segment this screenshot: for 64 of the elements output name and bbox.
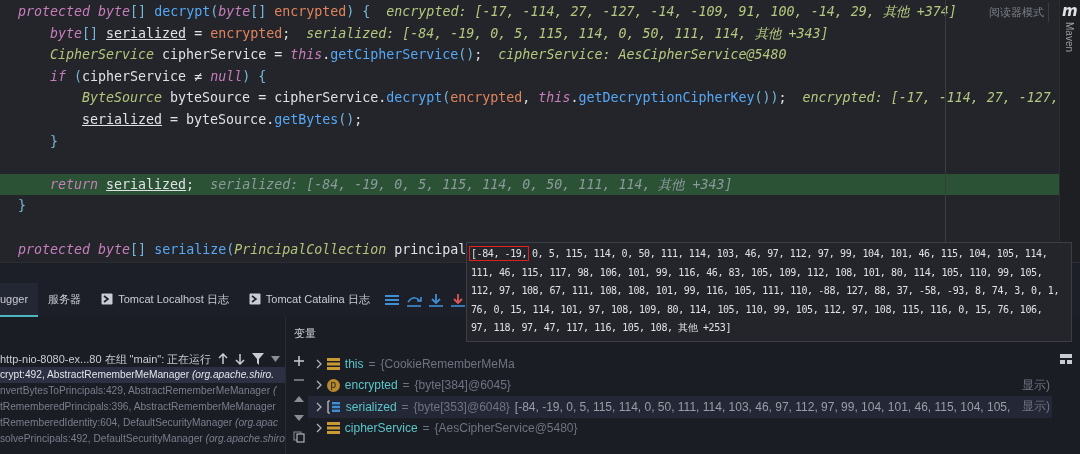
tooltip-value-line: [-84, -19, 0, 5, 115, 114, 0, 50, 111, 114, 103, 46, 97, 112, 97, 99, 104, 101, 46, 115, 104, 105, 114, bbox=[471, 247, 1049, 261]
inline-value-hint: cipherService: AesCipherService@5480 bbox=[498, 46, 787, 65]
variable-value: {AesCipherService@5480} bbox=[434, 421, 578, 436]
tooltip-value-line: 111, 46, 115, 117, 98, 106, 101, 99, 116, 46, 83, 105, 109, 112, 108, 101, 80, 114, 105, 110, 99, 105, bbox=[471, 265, 1044, 280]
tool-tab[interactable]: Tomcat Localhost 日志 bbox=[91, 283, 239, 317]
variable-value: {byte[353]@6048} bbox=[413, 399, 510, 414]
code-line: protected byte[] serialize(PrincipalCollection principal bbox=[18, 240, 467, 259]
code-line: if (cipherService ≠ null) { bbox=[50, 67, 267, 86]
down-arrow-icon[interactable] bbox=[235, 353, 246, 365]
dropdown-caret-icon[interactable] bbox=[271, 356, 281, 362]
list-icon[interactable] bbox=[383, 292, 400, 308]
stack-frame[interactable]: nvertBytesToPrincipals:429, AbstractRememberMeManager ( bbox=[0, 383, 285, 399]
step-into-icon[interactable] bbox=[427, 292, 444, 308]
stack-frame[interactable]: tRememberedPrincipals:396, AbstractRememberMeManager bbox=[0, 399, 285, 415]
tool-tab[interactable]: ugger bbox=[0, 283, 39, 317]
parameter-icon: p bbox=[326, 378, 340, 392]
reader-mode-link[interactable]: 阅读器模式 bbox=[984, 3, 1049, 22]
variable-name: cipherService bbox=[344, 421, 418, 436]
variable-value: {CookieRememberMeMa bbox=[380, 356, 515, 371]
code-line: byte[] serialized = encrypted; bbox=[50, 24, 291, 43]
field-list-icon bbox=[326, 357, 340, 370]
tooltip-value-line: 112, 97, 108, 67, 111, 108, 108, 101, 99, 116, 105, 111, 110, -88, 127, 88, 37, -58, -93, 8, 74, 3, 0, 1, bbox=[471, 284, 1061, 298]
variable-value: {byte[384]@6045} bbox=[414, 378, 511, 393]
force-step-into-icon[interactable] bbox=[449, 292, 466, 308]
code-line: ByteSource byteSource = cipherService.decrypt(encrypted, this.getDecryptionCipherKey()); bbox=[82, 89, 787, 108]
variable-name: encrypted bbox=[344, 378, 398, 393]
stack-frame[interactable]: tRememberedIdentity:604, DefaultSecurityManager (org.apac bbox=[0, 415, 285, 431]
show-link[interactable]: 显示) bbox=[1022, 376, 1052, 394]
code-line: protected byte[] decrypt(byte[] encrypted) { bbox=[18, 3, 371, 21]
code-line: } bbox=[18, 197, 26, 216]
code-line: serialized = byteSource.getBytes(); bbox=[82, 110, 363, 129]
equals-sign: = bbox=[402, 378, 410, 393]
stack-frame[interactable]: crypt:492, AbstractRememberMeManager (org.apache.shiro. bbox=[0, 367, 285, 383]
layout-icon[interactable] bbox=[1060, 353, 1072, 365]
tooltip-value-line: 97, 118, 97, 47, 117, 116, 105, 108, 其他 +253] bbox=[471, 321, 732, 335]
field-list-icon bbox=[326, 422, 340, 435]
equals-sign: = bbox=[422, 421, 430, 436]
inline-value-hint: encrypted: [-17, -114, 27, -127, bbox=[802, 89, 1059, 108]
tool-window-label[interactable]: Maven bbox=[1064, 22, 1076, 52]
array-icon bbox=[326, 399, 341, 414]
value-preview: [-84, -19, 0, 5, 115, 114, 0, 50, 111, 114, 103, 46, 97, 112, 97, 99, 104, 101, 46, 115, 104, 105, bbox=[514, 399, 1011, 414]
console-icon bbox=[101, 293, 114, 305]
code-line: } bbox=[50, 132, 58, 151]
variables-title: 变量 bbox=[293, 326, 316, 341]
equals-sign: = bbox=[368, 356, 376, 371]
inline-value-hint: serialized: [-84, -19, 0, 5, 115, 114, 0, 50, 111, 114, 其他 +343] bbox=[210, 175, 733, 194]
copy-icon[interactable] bbox=[292, 431, 305, 443]
tooltip-value-line: 76, 0, 15, 114, 101, 97, 108, 109, 80, 114, 105, 110, 99, 105, 112, 97, 108, 115, 116, 0, 15, 76, 106, bbox=[471, 302, 1044, 317]
tool-tab[interactable]: 服务器 bbox=[38, 283, 92, 317]
add-icon[interactable] bbox=[292, 355, 305, 367]
selected-variable-row[interactable]: serialized = {byte[353]@6048} [-84, -19, 0, 5, 115, 114, 0, 50, 111, 114, 103, 46, 97, 112, 97, 99, 104, 101, 46, 115, 104, 105, 显示) bbox=[307, 396, 1052, 418]
inline-value-hint: serialized: [-84, -19, 0, 5, 115, 114, 0, 50, 111, 114, 其他 +343] bbox=[306, 24, 829, 43]
console-icon bbox=[248, 293, 261, 305]
stack-frame[interactable]: solvePrincipals:492, DefaultSecurityManager (org.apache.shiro bbox=[0, 431, 285, 447]
tool-tab[interactable]: Tomcat Catalina 日志 bbox=[238, 283, 380, 317]
equals-sign: = bbox=[401, 399, 409, 414]
thread-status[interactable]: http-nio-8080-ex...80 在组 "main": 正在运行 bbox=[0, 351, 212, 367]
up-arrow-icon[interactable] bbox=[218, 353, 229, 365]
code-line: return serialized; bbox=[50, 175, 195, 194]
filter-icon[interactable] bbox=[252, 353, 265, 365]
variable-name: serialized bbox=[345, 399, 397, 414]
variable-name: this bbox=[344, 356, 364, 371]
maven-logo[interactable]: m bbox=[1062, 2, 1078, 20]
code-line: CipherService cipherService = this.getCipherService(); bbox=[50, 46, 483, 65]
